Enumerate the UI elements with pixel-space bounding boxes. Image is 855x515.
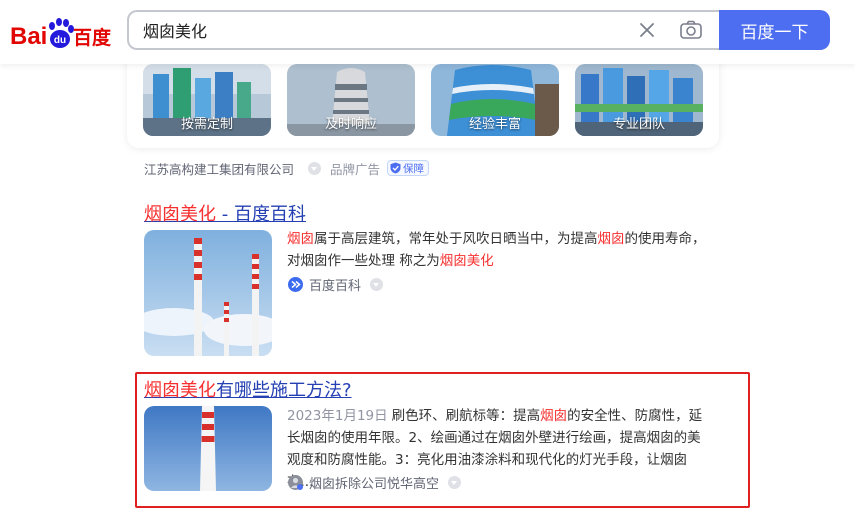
title-highlight: 烟囱美化 [144,204,216,225]
abstract-highlight: 烟囱 [540,408,568,424]
source-name[interactable]: 烟囱拆除公司悦华高空 [309,473,439,492]
logo-text-du: du [54,35,66,46]
baidu-logo[interactable]: Bai du 百度 [10,12,115,52]
ad-thumbnail-caption: 按需定制 [180,117,233,132]
result-source-baike: 百度百科 [288,275,384,294]
baike-logo-icon [288,276,303,292]
close-icon[interactable] [637,20,657,40]
ad-thumbnail-caption: 专业团队 [612,117,665,132]
logo-text-bai: Bai [10,23,47,50]
result-thumbnail-methods[interactable] [144,406,272,491]
header-bar: Bai du 百度 百度一下 [0,0,855,64]
result-date: 2023年1月19日 [287,408,388,424]
result-abstract-baike: 烟囱属于高层建筑，常年处于风吹日晒当中，为提高烟囱的使用寿命，对烟囱作一些处理 … [287,228,707,272]
abstract-text: 刷色环、刷航标等：提高 [391,408,541,424]
paw-icon: du [49,18,74,48]
ad-thumbnail-4[interactable]: 专业团队 [575,64,703,136]
author-avatar-icon [288,474,303,490]
chevron-down-icon[interactable] [308,161,322,175]
search-results-page: Bai du 百度 百度一下 [0,0,855,515]
ad-thumbnail-caption: 经验丰富 [468,117,521,132]
title-highlight: 烟囱美化 [144,380,216,401]
source-name[interactable]: 百度百科 [309,275,361,294]
chevron-down-icon[interactable] [370,277,384,291]
abstract-text: 属于高层建筑，常年处于风吹日晒当中，为提高 [314,231,598,247]
search-box [127,10,719,50]
ad-source-line: 江苏高构建工集团有限公司 品牌广告 保障 [144,158,430,178]
shield-icon [390,162,401,174]
title-rest: - 百度百科 [216,204,306,225]
chimney-small [224,302,229,356]
guarantee-badge[interactable]: 保障 [387,160,430,176]
ad-thumbnail-3[interactable]: 经验丰富 [431,64,559,136]
title-rest: 有哪些施工方法? [216,380,352,401]
chevron-down-icon[interactable] [448,475,462,489]
search-button[interactable]: 百度一下 [719,10,830,50]
ad-thumbnail-1[interactable]: 按需定制 [143,64,271,136]
abstract-highlight: 烟囱 [287,231,314,247]
ad-company-name[interactable]: 江苏高构建工集团有限公司 [144,159,294,178]
logo-text-baidu-cn: 百度 [73,26,112,49]
result-title-methods[interactable]: 烟囱美化有哪些施工方法? [144,376,352,402]
camera-icon[interactable] [679,19,703,41]
guarantee-label: 保障 [403,162,425,175]
ad-thumbnail-2[interactable]: 及时响应 [287,64,415,136]
chimney-right [252,254,259,356]
abstract-highlight: 烟囱 [597,231,625,247]
result-title-baike[interactable]: 烟囱美化 - 百度百科 [144,200,306,226]
brand-ad-label: 品牌广告 [330,161,381,177]
result-source-methods: 烟囱拆除公司悦华高空 [288,473,462,492]
ad-thumbnail-caption: 及时响应 [324,117,377,132]
abstract-highlight: 烟囱美化 [439,253,494,269]
chimney-left [194,238,202,356]
search-input[interactable] [143,12,623,48]
result-thumbnail-baike[interactable] [144,230,272,356]
